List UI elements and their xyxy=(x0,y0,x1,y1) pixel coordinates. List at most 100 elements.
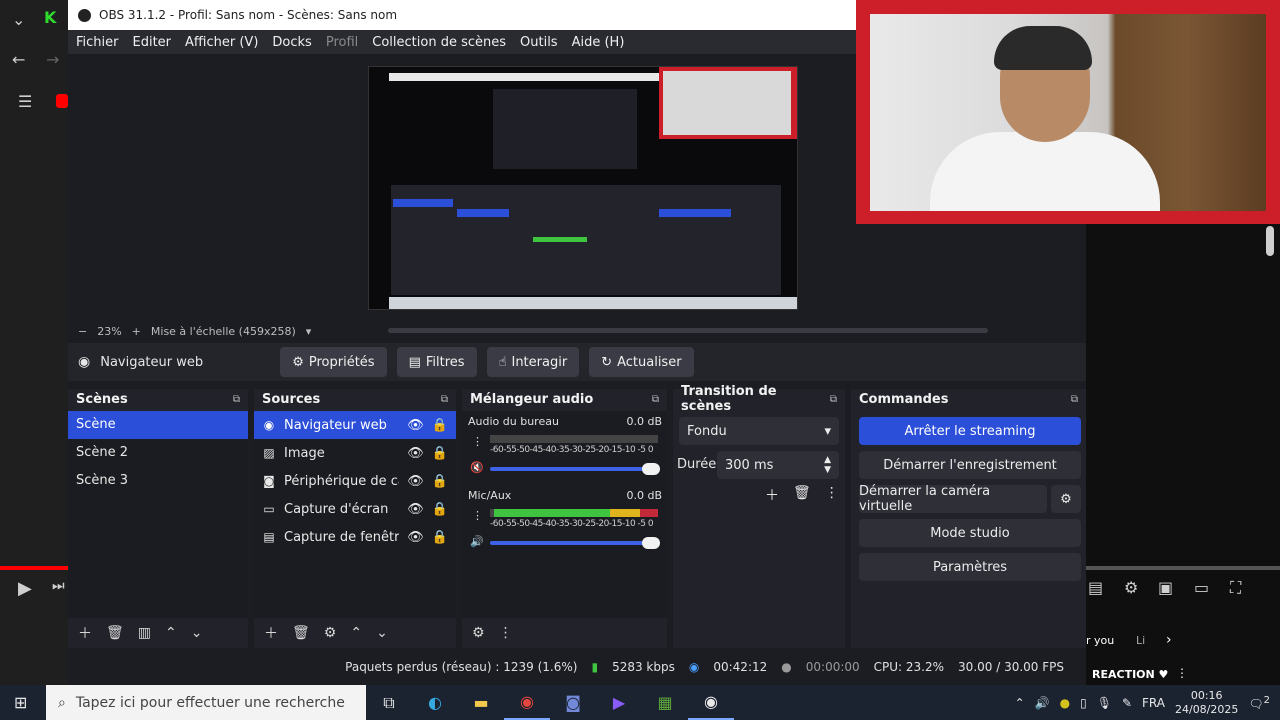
chevron-right-icon[interactable]: › xyxy=(1166,632,1172,648)
eye-icon[interactable]: 👁 xyxy=(407,530,424,545)
volume-slider[interactable] xyxy=(490,463,660,475)
add-icon[interactable]: ＋ xyxy=(78,623,92,643)
clock[interactable]: 00:16 24/08/2025 xyxy=(1175,689,1238,717)
tray-overflow-icon[interactable]: ⌃ xyxy=(1015,696,1025,710)
hamburger-menu-icon[interactable]: ☰ xyxy=(18,92,32,111)
stop-streaming-button[interactable]: Arrêter le streaming xyxy=(859,417,1081,445)
menu-aide[interactable]: Aide (H) xyxy=(572,35,625,50)
lock-icon[interactable]: 🔒 xyxy=(432,530,448,545)
page-scrollbar[interactable] xyxy=(1266,226,1274,256)
add-icon[interactable]: ＋ xyxy=(264,623,278,643)
duration-spinbox[interactable]: 300 ms ▲ ▼ xyxy=(717,451,839,479)
scale-mode-label[interactable]: Mise à l'échelle (459x258) xyxy=(151,325,296,338)
start-recording-button[interactable]: Démarrer l'enregistrement xyxy=(859,451,1081,479)
spin-arrows-icon[interactable]: ▲ ▼ xyxy=(824,455,831,475)
volume-knob[interactable] xyxy=(642,537,660,549)
properties-button[interactable]: ⚙ Propriétés xyxy=(280,347,387,377)
more-vert-icon[interactable]: ⋮ xyxy=(1176,666,1188,680)
move-up-icon[interactable]: ⌃ xyxy=(350,625,362,641)
advanced-audio-gear-icon[interactable]: ⚙ xyxy=(472,625,485,641)
lock-icon[interactable]: 🔒 xyxy=(432,418,448,433)
tray-app-icon[interactable]: ● xyxy=(1060,696,1070,710)
microphone-icon[interactable]: 🎙 xyxy=(1097,696,1112,710)
settings-button[interactable]: Paramètres xyxy=(859,553,1081,581)
source-item[interactable]: ▨ Image 👁 🔒 xyxy=(254,439,456,467)
source-item[interactable]: ▤ Capture de fenêtre 👁 🔒 xyxy=(254,523,456,551)
more-vert-icon[interactable]: ⋮ xyxy=(499,625,513,641)
menu-afficher[interactable]: Afficher (V) xyxy=(185,35,258,50)
lock-icon[interactable]: 🔒 xyxy=(432,502,448,517)
file-explorer-icon[interactable]: ▬ xyxy=(458,685,504,720)
scene-item[interactable]: Scène 2 xyxy=(68,439,248,467)
edge-icon[interactable]: ◐ xyxy=(412,685,458,720)
move-down-icon[interactable]: ⌄ xyxy=(191,625,203,641)
zoom-in-icon[interactable]: + xyxy=(132,325,141,338)
filters-button[interactable]: ▤ Filtres xyxy=(396,347,477,377)
trash-icon[interactable]: 🗑 xyxy=(793,485,811,505)
menu-profil[interactable]: Profil xyxy=(326,35,358,50)
eye-icon[interactable]: 👁 xyxy=(407,418,424,433)
battery-icon[interactable]: ▯ xyxy=(1080,696,1087,710)
zoom-out-icon[interactable]: − xyxy=(78,325,87,338)
move-down-icon[interactable]: ⌄ xyxy=(376,625,388,641)
chrome-icon[interactable]: ◉ xyxy=(504,685,550,720)
scene-item[interactable]: Scène xyxy=(68,411,248,439)
video-progress-bar[interactable] xyxy=(0,566,68,570)
lock-icon[interactable]: 🔒 xyxy=(432,474,448,489)
volume-slider[interactable] xyxy=(490,537,660,549)
eye-icon[interactable]: 👁 xyxy=(407,474,424,489)
play-icon[interactable]: ▶ xyxy=(18,578,32,599)
settings-gear-icon[interactable]: ⚙ xyxy=(1124,578,1138,597)
eye-icon[interactable]: 👁 xyxy=(407,446,424,461)
task-view-icon[interactable]: ⧉ xyxy=(366,685,412,720)
pen-icon[interactable]: ✎ xyxy=(1122,696,1132,710)
chevron-down-icon[interactable]: ▾ xyxy=(306,325,312,338)
gear-icon[interactable]: ⚙ xyxy=(324,625,337,641)
taskbar-search[interactable]: ⌕ Tapez ici pour effectuer une recherche xyxy=(46,685,366,720)
speaker-icon[interactable]: 🔊 xyxy=(470,535,484,548)
transition-select[interactable]: Fondu ▾ xyxy=(679,417,839,445)
notifications-icon[interactable]: 🗨2 xyxy=(1248,695,1270,711)
undock-icon[interactable]: ⧉ xyxy=(233,394,240,405)
source-item[interactable]: ▭ Capture d'écran 👁 🔒 xyxy=(254,495,456,523)
back-arrow-icon[interactable]: ← xyxy=(12,50,25,69)
virtual-camera-settings-gear-icon[interactable]: ⚙ xyxy=(1051,485,1081,513)
speaker-muted-icon[interactable]: 🔇 xyxy=(470,461,484,474)
volume-knob[interactable] xyxy=(642,463,660,475)
miniplayer-icon[interactable]: ▣ xyxy=(1158,578,1173,597)
menu-collection-scenes[interactable]: Collection de scènes xyxy=(372,35,506,50)
chip-live[interactable]: Li xyxy=(1136,634,1145,647)
obs-taskbar-icon[interactable]: ◉ xyxy=(688,685,734,720)
forward-arrow-icon[interactable]: → xyxy=(46,50,59,69)
more-vert-icon[interactable]: ⋮ xyxy=(825,485,839,505)
subtitles-icon[interactable]: ▤ xyxy=(1088,578,1103,597)
move-up-icon[interactable]: ⌃ xyxy=(165,625,177,641)
discord-icon[interactable]: ◙ xyxy=(550,685,596,720)
undock-icon[interactable]: ⧉ xyxy=(652,394,659,405)
preview-horizontal-scrollbar[interactable] xyxy=(388,328,988,333)
theater-mode-icon[interactable]: ▭ xyxy=(1194,578,1209,597)
menu-fichier[interactable]: Fichier xyxy=(76,35,119,50)
language-indicator[interactable]: FRA xyxy=(1142,696,1165,710)
undock-icon[interactable]: ⧉ xyxy=(1071,394,1078,405)
volume-icon[interactable]: 🔊 xyxy=(1035,696,1050,710)
undock-icon[interactable]: ⧉ xyxy=(441,394,448,405)
studio-mode-button[interactable]: Mode studio xyxy=(859,519,1081,547)
filter-icon[interactable]: ▥ xyxy=(138,625,151,641)
tab-dropdown-icon[interactable]: ⌄ xyxy=(12,10,25,29)
lock-icon[interactable]: 🔒 xyxy=(432,446,448,461)
undock-icon[interactable]: ⧉ xyxy=(830,394,837,405)
trash-icon[interactable]: 🗑 xyxy=(292,625,310,641)
fullscreen-icon[interactable]: ⛶ xyxy=(1230,578,1241,598)
menu-outils[interactable]: Outils xyxy=(520,35,558,50)
kick-logo-icon[interactable]: K xyxy=(44,8,56,27)
app-arrow-icon[interactable]: ▶ xyxy=(596,685,642,720)
more-vert-icon[interactable]: ⋮ xyxy=(472,435,483,448)
menu-docks[interactable]: Docks xyxy=(272,35,311,50)
interact-button[interactable]: ☝ Interagir xyxy=(486,347,580,377)
youtube-logo-icon[interactable] xyxy=(56,94,68,108)
trash-icon[interactable]: 🗑 xyxy=(106,625,124,641)
source-item[interactable]: ◉ Navigateur web 👁 🔒 xyxy=(254,411,456,439)
eye-icon[interactable]: 👁 xyxy=(407,502,424,517)
windows-start-icon[interactable]: ⊞ xyxy=(14,693,27,712)
